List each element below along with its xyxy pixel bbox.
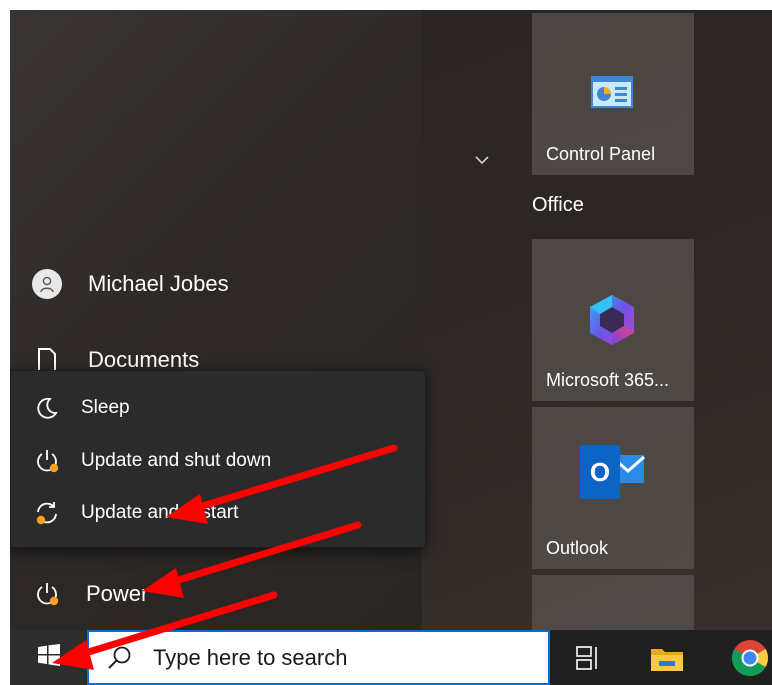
task-view-icon[interactable]	[566, 630, 610, 685]
taskbar	[10, 630, 772, 685]
chevron-down-icon[interactable]	[474, 152, 490, 170]
microsoft-365-icon	[586, 293, 638, 352]
user-avatar-icon	[32, 269, 62, 299]
outlook-label: Outlook	[546, 538, 609, 558]
microsoft-365-label: Microsoft 365...	[546, 370, 670, 390]
file-explorer-icon[interactable]	[642, 630, 692, 685]
chrome-icon[interactable]	[728, 630, 772, 685]
outlook-tile[interactable]: O Outlook	[532, 407, 694, 569]
power-update-icon	[33, 447, 61, 475]
outlook-icon: O	[578, 439, 650, 510]
power-update-icon	[32, 579, 62, 609]
user-account-item[interactable]: Michael Jobes	[10, 260, 229, 308]
control-panel-label: Control Panel	[546, 144, 656, 164]
power-button[interactable]: Power	[10, 570, 148, 618]
update-shutdown-menu-item[interactable]: Update and shut down	[11, 436, 425, 486]
office-group-label[interactable]: Office	[532, 194, 584, 217]
sleep-label: Sleep	[81, 397, 130, 418]
control-panel-icon	[590, 75, 634, 114]
update-shutdown-label: Update and shut down	[81, 450, 272, 471]
moon-icon	[33, 394, 61, 422]
update-restart-label: Update and restart	[81, 502, 239, 523]
update-restart-menu-item[interactable]: Update and restart	[11, 488, 425, 538]
restart-update-icon	[33, 499, 61, 527]
user-name: Michael Jobes	[88, 271, 229, 296]
power-options-menu: Sleep Update and shut down Update and re…	[10, 370, 426, 548]
power-label: Power	[86, 581, 149, 606]
taskbar-search-box[interactable]	[87, 630, 550, 685]
search-icon	[107, 645, 133, 671]
microsoft-365-tile[interactable]: Microsoft 365...	[532, 239, 694, 401]
start-button[interactable]	[10, 630, 87, 685]
sleep-menu-item[interactable]: Sleep	[11, 383, 425, 433]
outlook-glyph: O	[590, 457, 610, 487]
windows-logo-icon	[36, 642, 62, 673]
desktop-screen: Michael Jobes Documents Sleep Update and…	[10, 10, 772, 685]
partial-tile[interactable]	[532, 575, 694, 630]
search-input[interactable]	[151, 643, 515, 672]
control-panel-tile[interactable]: Control Panel	[532, 13, 694, 175]
